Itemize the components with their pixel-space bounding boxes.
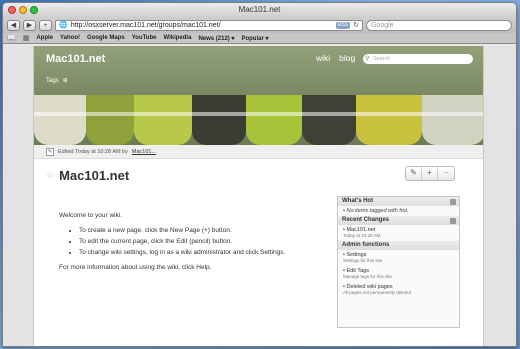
book-spine bbox=[34, 95, 86, 145]
wiki-search-placeholder: Search bbox=[373, 56, 391, 62]
admin-item-sub: Manage tags for this site bbox=[343, 274, 393, 279]
admin-edit-tags-item[interactable]: • Edit Tags Manage tags for this site bbox=[338, 266, 459, 282]
document-icon: ✎ bbox=[46, 147, 54, 156]
recent-changes-title: Recent Changes bbox=[342, 217, 390, 223]
nav-blog[interactable]: blog bbox=[339, 53, 355, 63]
edit-info-bar: ✎ Edited Today at 10:28 AM by Mac101... bbox=[34, 145, 483, 159]
book-spine bbox=[302, 95, 356, 145]
admin-item-sub: All pages not permanently deleted bbox=[343, 290, 412, 295]
edited-text: Edited Today at 10:28 AM by bbox=[58, 148, 128, 155]
recent-changes-header: Recent Changes bbox=[338, 216, 459, 225]
web-content: Mac101.net wiki blog ⚲ Search Tags ⊕ ✎ E… bbox=[3, 46, 516, 346]
tags-label[interactable]: Tags bbox=[46, 78, 59, 84]
rss-icon[interactable]: RSS bbox=[335, 21, 351, 29]
address-bar[interactable]: 🌐 http://osxserver.mac101.net/groups/mac… bbox=[55, 19, 363, 31]
banner-stripe bbox=[34, 112, 483, 116]
url-text: http://osxserver.mac101.net/groups/mac10… bbox=[70, 21, 221, 29]
admin-item-sub: Settings for this site bbox=[343, 258, 383, 263]
new-page-button[interactable]: + bbox=[422, 167, 438, 180]
browser-toolbar: ◀ ▶ + 🌐 http://osxserver.mac101.net/grou… bbox=[3, 17, 516, 33]
book-spine bbox=[134, 95, 192, 145]
site-icon: 🌐 bbox=[59, 22, 68, 29]
tags-row: Tags ⊕ bbox=[46, 77, 68, 85]
book-spine bbox=[86, 95, 134, 145]
close-button[interactable] bbox=[8, 6, 16, 14]
reload-icon[interactable]: ↻ bbox=[353, 21, 359, 29]
recent-change-item[interactable]: • Mac101.net Today at 10:28 AM bbox=[338, 225, 459, 241]
book-spine bbox=[192, 95, 246, 145]
site-header: Mac101.net wiki blog ⚲ Search Tags ⊕ bbox=[34, 46, 483, 95]
back-button[interactable]: ◀ bbox=[7, 19, 20, 31]
instructions-list: To create a new page, click the New Page… bbox=[79, 227, 285, 257]
whats-hot-title: What's Hot bbox=[342, 198, 374, 204]
admin-settings-item[interactable]: • Settings Settings for this site bbox=[338, 250, 459, 266]
bookmark-wikipedia[interactable]: Wikipedia bbox=[163, 35, 191, 41]
page-title-row: ☆ Mac101.net bbox=[46, 168, 129, 183]
bookmark-apple[interactable]: Apple bbox=[36, 35, 53, 41]
feed-icon[interactable] bbox=[450, 217, 456, 224]
delete-page-button[interactable]: − bbox=[438, 167, 454, 180]
whats-hot-header: What's Hot bbox=[338, 197, 459, 206]
open-book-icon[interactable]: 📖 bbox=[7, 34, 16, 42]
page-title: Mac101.net bbox=[59, 168, 130, 183]
feed-icon[interactable] bbox=[450, 198, 456, 205]
admin-deleted-pages-item[interactable]: • Deleted wiki pages All pages not perma… bbox=[338, 282, 459, 298]
author-link[interactable]: Mac101... bbox=[132, 149, 156, 155]
book-spine bbox=[422, 95, 483, 145]
grid-icon[interactable]: ▦ bbox=[23, 34, 30, 42]
add-tag-icon[interactable]: ⊕ bbox=[63, 77, 68, 84]
nav-wiki[interactable]: wiki bbox=[316, 53, 330, 63]
browser-window: Mac101.net ◀ ▶ + 🌐 http://osxserver.mac1… bbox=[2, 2, 517, 347]
book-spine bbox=[356, 95, 422, 145]
whats-hot-empty: • No items tagged with hot. bbox=[343, 208, 409, 214]
page-actions: ✎ + − bbox=[405, 166, 455, 181]
zoom-button[interactable] bbox=[30, 6, 38, 14]
recent-change-time: Today at 10:28 AM bbox=[343, 233, 381, 238]
bookmark-youtube[interactable]: YouTube bbox=[132, 35, 157, 41]
books-banner-image bbox=[34, 95, 483, 145]
bookmark-yahoo[interactable]: Yahoo! bbox=[60, 35, 80, 41]
welcome-text: Welcome to your wiki. bbox=[59, 212, 123, 219]
bookmarks-bar: 📖 ▦ Apple Yahoo! Google Maps YouTube Wik… bbox=[3, 33, 516, 44]
bookmark-news[interactable]: News (212) ▾ bbox=[198, 35, 234, 42]
wiki-search-input[interactable]: ⚲ Search bbox=[363, 54, 473, 64]
admin-functions-header: Admin functions bbox=[338, 241, 459, 250]
search-icon: ⚲ bbox=[365, 56, 370, 62]
sidebar: What's Hot • No items tagged with hot. R… bbox=[337, 196, 460, 328]
list-item: To edit the current page, click the Edit… bbox=[79, 238, 285, 246]
page-body: Welcome to your wiki. To create a new pa… bbox=[59, 212, 285, 272]
title-bar: Mac101.net bbox=[3, 3, 516, 17]
book-spine bbox=[246, 95, 302, 145]
list-item: To create a new page, click the New Page… bbox=[79, 227, 285, 235]
star-icon[interactable]: ☆ bbox=[46, 170, 54, 181]
window-title: Mac101.net bbox=[238, 5, 281, 14]
admin-functions-title: Admin functions bbox=[342, 242, 390, 248]
site-title[interactable]: Mac101.net bbox=[46, 53, 105, 65]
edit-pencil-button[interactable]: ✎ bbox=[406, 167, 422, 180]
google-search-input[interactable]: Google bbox=[366, 19, 512, 31]
forward-button[interactable]: ▶ bbox=[23, 19, 36, 31]
list-item: To change wiki settings, log in as a wik… bbox=[79, 249, 285, 257]
bookmark-popular[interactable]: Popular ▾ bbox=[241, 35, 268, 42]
window-controls bbox=[8, 6, 38, 14]
add-bookmark-button[interactable]: + bbox=[39, 19, 52, 31]
bookmark-google-maps[interactable]: Google Maps bbox=[87, 35, 125, 41]
minimize-button[interactable] bbox=[19, 6, 27, 14]
site-nav: wiki blog bbox=[316, 53, 355, 63]
wiki-page: Mac101.net wiki blog ⚲ Search Tags ⊕ ✎ E… bbox=[33, 46, 484, 346]
help-text: For more information about using the wik… bbox=[59, 264, 212, 271]
